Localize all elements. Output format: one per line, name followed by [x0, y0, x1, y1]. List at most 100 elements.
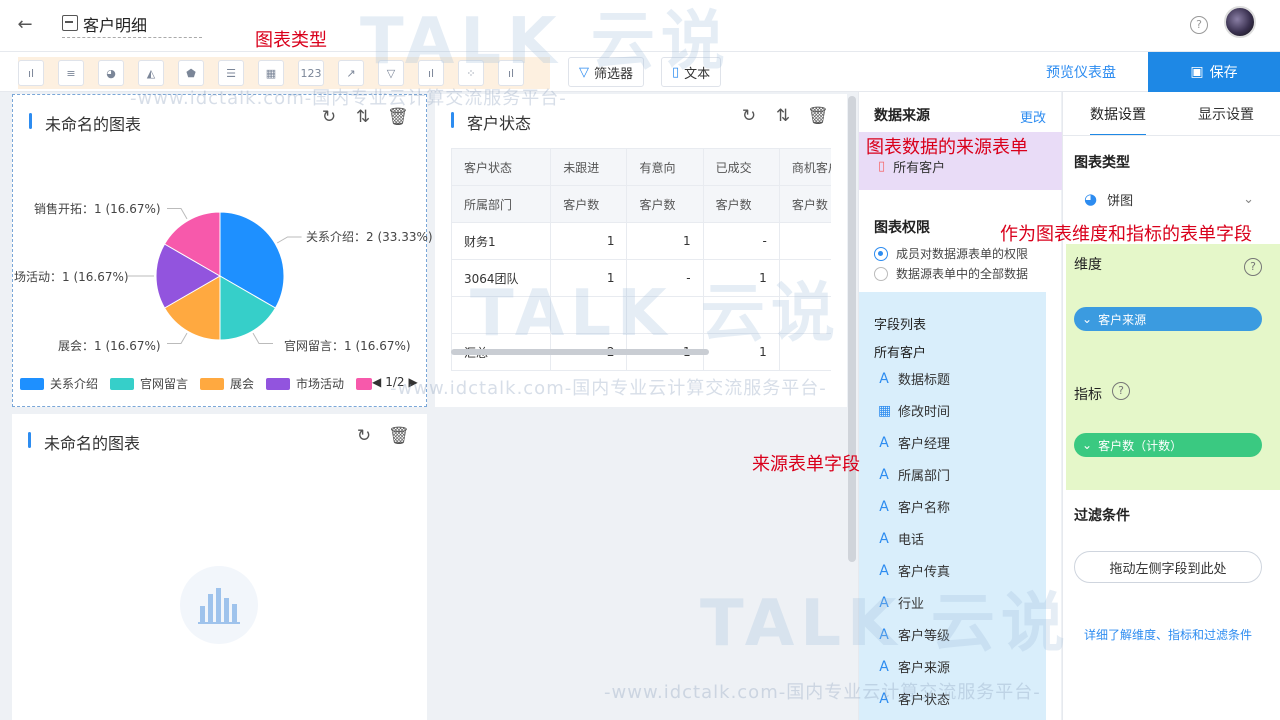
- field-item[interactable]: A 客户经理: [878, 433, 950, 453]
- page-title[interactable]: 客户明细: [83, 12, 147, 36]
- pie-leader-line: [167, 207, 188, 220]
- permission-title: 图表权限: [874, 220, 930, 236]
- table-header-row: 客户状态未跟进有意向已成交商机客户: [451, 148, 831, 186]
- source-form-name: 所有客户: [893, 161, 946, 176]
- chart-type-value: 饼图: [1107, 193, 1134, 209]
- avatar[interactable]: [1224, 6, 1256, 38]
- chart-type-button[interactable]: ◭: [138, 60, 164, 86]
- save-label: 保存: [1209, 65, 1238, 81]
- chart-type-button[interactable]: ⬟: [178, 60, 204, 86]
- field-item[interactable]: ▦ 修改时间: [878, 401, 951, 421]
- table-cell: 1: [550, 222, 628, 260]
- preview-dashboard-link[interactable]: 预览仪表盘: [1046, 62, 1116, 82]
- empty-chart-placeholder: [180, 566, 258, 644]
- annotation-dim-metric: 作为图表维度和指标的表单字段: [1000, 224, 1252, 245]
- source-form[interactable]: ▯ 所有客户: [878, 157, 945, 176]
- watermark-url: -www.idctalk.com-国内专业云计算交流服务平台-: [390, 378, 827, 399]
- field-label: 修改时间: [898, 405, 951, 420]
- field-item[interactable]: A 客户名称: [878, 497, 950, 517]
- pie-label: 官网留言：1 (16.67%): [284, 339, 411, 353]
- canvas-scrollbar[interactable]: [848, 96, 856, 562]
- help-icon[interactable]: ?: [1112, 382, 1130, 400]
- legend-item[interactable]: 关系介绍: [20, 375, 98, 392]
- table-cell: 商机客户: [778, 148, 831, 186]
- refresh-icon[interactable]: ↻: [739, 106, 759, 126]
- radio-checked-icon: [874, 246, 888, 261]
- watermark-url: -www.idctalk.com-国内专业云计算交流服务平台-: [604, 682, 1041, 703]
- table-cell: -: [702, 222, 780, 260]
- empty-chart-card[interactable]: 未命名的图表 ↻ 🗑: [12, 414, 427, 720]
- chart-type-select[interactable]: ◕ 饼图 ⌄: [1074, 182, 1266, 216]
- save-icon: ▣: [1190, 64, 1204, 80]
- chart-type-button[interactable]: 123: [298, 60, 324, 86]
- legend-item[interactable]: 官网留言: [110, 375, 188, 392]
- legend-swatch: [20, 377, 44, 390]
- pie-leader-line: [252, 332, 273, 345]
- dimension-pill[interactable]: ⌄ 客户来源: [1074, 307, 1262, 331]
- table-cell: 客户数: [778, 185, 831, 223]
- delete-icon[interactable]: 🗑: [388, 426, 410, 446]
- tab-data-settings[interactable]: 数据设置: [1090, 104, 1146, 136]
- metric-pill[interactable]: ⌄ 客户数（计数）: [1074, 433, 1262, 457]
- delete-icon[interactable]: 🗑: [807, 106, 829, 126]
- field-label: 所属部门: [898, 469, 951, 484]
- field-item[interactable]: A 电话: [878, 529, 924, 549]
- table-header-row: 所属部门 客户数 客户数 客户数 客户数: [451, 185, 831, 223]
- filter-drop-zone[interactable]: 拖动左侧字段到此处: [1074, 551, 1262, 583]
- radio-unchecked-icon: [874, 266, 888, 281]
- field-item[interactable]: A 数据标题: [878, 369, 951, 389]
- help-icon[interactable]: ?: [1244, 258, 1262, 276]
- legend-item[interactable]: 展会: [200, 375, 254, 392]
- chart-type-button[interactable]: ıl: [18, 60, 44, 86]
- chart-type-button[interactable]: ☰: [218, 60, 244, 86]
- chart-type-button[interactable]: ◕: [98, 60, 124, 86]
- table-cell: 客户数: [702, 185, 780, 223]
- dimension-title: 维度: [1074, 257, 1102, 273]
- learn-more-link[interactable]: 详细了解维度、指标和过滤条件: [1084, 626, 1252, 643]
- perm-option-member[interactable]: 成员对数据源表单的权限: [874, 245, 1028, 262]
- text-field-icon: A: [879, 530, 889, 547]
- tab-divider: [1062, 135, 1280, 136]
- card-title: 未命名的图表: [28, 430, 140, 454]
- pie-leader-line: [276, 236, 302, 244]
- data-source-title: 数据来源: [874, 108, 930, 124]
- prev-page-icon[interactable]: ◀: [372, 375, 381, 389]
- legend-label: 关系介绍: [50, 377, 99, 391]
- text-field-icon: A: [879, 498, 889, 515]
- table-cell: 有意向: [626, 148, 704, 186]
- watermark-brand: TALK 云说: [470, 277, 841, 351]
- refresh-icon[interactable]: ↻: [354, 426, 374, 446]
- annotation-chart-type: 图表类型: [255, 30, 327, 51]
- perm-option-label: 成员对数据源表单的权限: [896, 247, 1029, 261]
- table-cell: 客户数: [626, 185, 704, 223]
- pie-label: 销售开拓：1 (16.67%): [34, 202, 161, 216]
- dimension-value: 客户来源: [1098, 312, 1147, 327]
- text-field-icon: A: [879, 466, 889, 483]
- table-cell: 已成交: [702, 148, 780, 186]
- table-cell: [778, 222, 831, 260]
- legend-swatch: [110, 377, 135, 390]
- chevron-down-icon: ⌄: [1082, 438, 1093, 452]
- tab-display-settings[interactable]: 显示设置: [1198, 104, 1254, 134]
- table-cell: 客户状态: [451, 148, 552, 186]
- back-arrow-icon[interactable]: ←: [14, 14, 36, 36]
- save-button[interactable]: ▣ 保存: [1148, 52, 1280, 92]
- perm-option-all[interactable]: 数据源表单中的全部数据: [874, 265, 1028, 282]
- annotation-source-form: 图表数据的来源表单: [866, 137, 1028, 158]
- sort-icon[interactable]: ⇅: [773, 106, 793, 126]
- edit-title-icon: [62, 15, 78, 31]
- field-label: 数据标题: [898, 373, 951, 388]
- chart-type-button[interactable]: ≡: [58, 60, 84, 86]
- table-cell: 未跟进: [550, 148, 628, 186]
- field-item[interactable]: A 所属部门: [878, 465, 951, 485]
- legend-swatch: [266, 377, 291, 390]
- help-icon[interactable]: ?: [1190, 16, 1208, 34]
- table-cell: 客户数: [550, 185, 628, 223]
- chevron-down-icon: ⌄: [1243, 191, 1254, 207]
- change-source-link[interactable]: 更改: [1020, 107, 1046, 126]
- chart-type-button[interactable]: ▦: [258, 60, 284, 86]
- pie-label: 展会：1 (16.67%): [58, 339, 161, 353]
- field-list-form: 所有客户: [874, 346, 927, 361]
- legend-item[interactable]: 市场活动: [266, 375, 344, 392]
- form-icon: ▯: [878, 159, 886, 174]
